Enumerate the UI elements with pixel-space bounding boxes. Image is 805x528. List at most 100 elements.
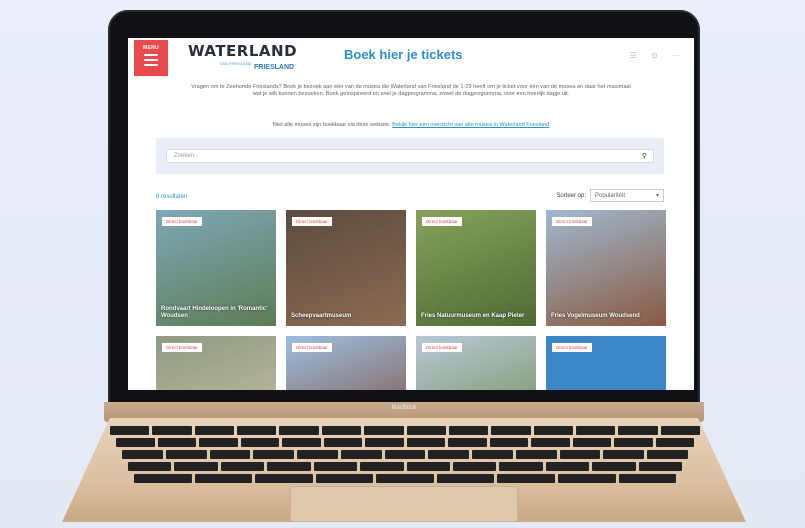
globe-icon[interactable]: ⊙ — [651, 51, 658, 60]
sort-select[interactable]: Populariteit ▾ — [590, 189, 664, 202]
key — [428, 450, 470, 459]
key — [533, 426, 573, 435]
card-badge: Direct boekbaar — [422, 343, 462, 352]
museum-card[interactable]: Direct boekbaar Rondvaart Hindeloopen in … — [156, 210, 276, 326]
key — [279, 426, 319, 435]
museum-card[interactable]: Direct boekbaar Fries Vogelmuseum Woudsen… — [546, 210, 666, 326]
logo-region: FRIESLAND — [254, 64, 295, 71]
key — [116, 438, 155, 447]
key — [406, 438, 445, 447]
key — [515, 450, 557, 459]
card-title: Scheepvaartmuseum — [291, 313, 352, 319]
sort-label: Sorteer op: — [556, 193, 586, 199]
key-row — [116, 438, 694, 447]
key — [448, 438, 487, 447]
key-row — [128, 462, 683, 471]
overview-link[interactable]: Bekijk hier een overzicht van alle musea… — [392, 122, 549, 128]
user-icon[interactable]: ☰ — [630, 51, 637, 60]
key — [282, 438, 321, 447]
keyboard — [110, 426, 701, 486]
logo-wordmark: WATERLAND — [188, 42, 298, 60]
key — [559, 450, 601, 459]
key — [384, 450, 426, 459]
key — [321, 426, 362, 435]
key — [240, 438, 279, 447]
museum-card[interactable]: Direct boekbaar Scheepvaartmuseum — [286, 210, 406, 326]
key — [592, 462, 636, 471]
key — [194, 474, 253, 483]
key — [237, 426, 277, 435]
key — [452, 462, 497, 471]
key — [253, 450, 295, 459]
key — [122, 450, 163, 459]
card-photo — [546, 210, 666, 326]
key — [406, 462, 450, 471]
key — [297, 450, 338, 459]
museum-card[interactable]: Direct boekbaar — [156, 336, 276, 390]
key — [472, 450, 513, 459]
key — [194, 426, 235, 435]
key — [364, 426, 404, 435]
search-input[interactable]: Zoeken ⚲ — [166, 149, 654, 163]
key — [376, 474, 434, 483]
key — [165, 450, 207, 459]
key — [660, 426, 701, 435]
search-icon[interactable]: ⚲ — [642, 152, 647, 160]
key — [531, 438, 570, 447]
laptop-brand: MacBook — [391, 405, 417, 411]
key — [448, 426, 489, 435]
card-title: Fries Vogelmuseum Woudsend — [551, 313, 640, 319]
header-icons: ☰ ⊙ ⋯ — [618, 51, 680, 60]
key-row — [122, 450, 688, 459]
trackpad — [290, 486, 518, 522]
key — [497, 474, 555, 483]
museum-card[interactable]: Direct boekbaar Fries Natuurmuseum en Kaa… — [416, 210, 536, 326]
hamburger-icon — [144, 54, 158, 69]
key — [365, 438, 404, 447]
card-title: Fries Natuurmuseum en Kaap Pieter — [421, 313, 525, 319]
language-icon[interactable]: ⋯ — [672, 51, 680, 60]
card-badge: Direct boekbaar — [292, 343, 332, 352]
key — [255, 474, 313, 483]
key — [575, 426, 616, 435]
key — [315, 474, 374, 483]
key-row — [134, 474, 677, 483]
key — [499, 462, 543, 471]
key — [655, 438, 694, 447]
menu-label: MENU — [143, 45, 159, 51]
intro-text: Vragen om te Zeehonde Frieslands? Boek j… — [191, 84, 631, 98]
museum-card[interactable]: Direct boekbaar — [416, 336, 536, 390]
card-badge: Direct boekbaar — [552, 217, 592, 226]
site-logo[interactable]: WATERLAND VAN FRIESLAND FRIESLAND — [182, 40, 297, 74]
key — [436, 474, 495, 483]
page-title: Boek hier je tickets — [344, 47, 463, 62]
key — [110, 426, 150, 435]
card-badge: Direct boekbaar — [292, 217, 332, 226]
key — [152, 426, 192, 435]
key — [603, 450, 645, 459]
key — [323, 438, 362, 447]
key — [313, 462, 358, 471]
menu-button[interactable]: MENU — [134, 40, 168, 76]
key — [174, 462, 218, 471]
key — [491, 426, 531, 435]
museum-card[interactable]: Direct boekbaar — [286, 336, 406, 390]
site-header: MENU WATERLAND VAN FRIESLAND FRIESLAND B… — [128, 38, 694, 76]
key — [209, 450, 251, 459]
museum-card[interactable]: Direct boekbaar — [546, 336, 666, 390]
key — [557, 474, 616, 483]
key — [406, 426, 446, 435]
museum-overview-note: Niet alle musea zijn boekbaar via deze w… — [188, 122, 634, 128]
key — [128, 462, 172, 471]
key — [267, 462, 311, 471]
browser-screen: MENU WATERLAND VAN FRIESLAND FRIESLAND B… — [128, 38, 694, 390]
chevron-down-icon: ▾ — [655, 193, 659, 199]
key — [134, 474, 192, 483]
key — [647, 450, 688, 459]
card-title: Rondvaart Hindeloopen in 'Romantic' Woud… — [161, 306, 268, 319]
key — [618, 426, 658, 435]
key — [340, 450, 382, 459]
card-photo — [286, 210, 406, 326]
card-badge: Direct boekbaar — [552, 343, 592, 352]
key — [157, 438, 196, 447]
